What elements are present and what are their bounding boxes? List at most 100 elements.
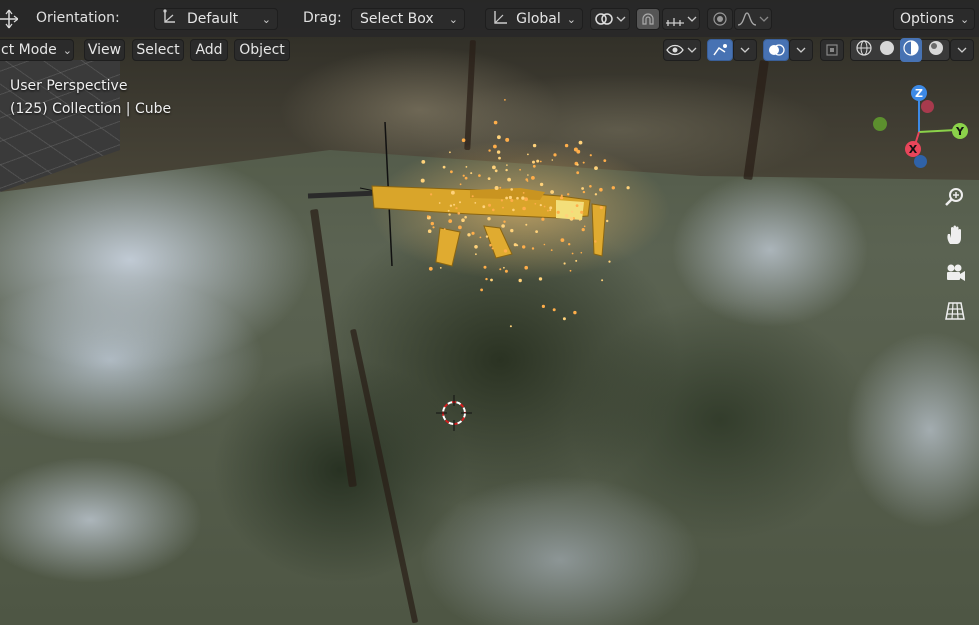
particle-spark (581, 228, 585, 232)
particle-spark (549, 209, 552, 212)
particle-spark (536, 159, 540, 163)
particle-spark (450, 170, 453, 174)
particle-spark (599, 187, 603, 192)
particle-spark (490, 278, 493, 282)
particle-spark (474, 245, 478, 249)
particle-spark (606, 219, 609, 223)
particle-spark (448, 219, 453, 224)
particle-spark (522, 192, 525, 194)
particle-spark (506, 164, 508, 166)
solid-shading-icon[interactable] (878, 39, 896, 61)
particle-spark (479, 236, 482, 239)
options-dropdown[interactable]: Options ⌄ (893, 8, 975, 30)
mode-dropdown[interactable]: ct Mode ⌄ (0, 39, 74, 61)
drag-dropdown[interactable]: Select Box ⌄ (351, 8, 465, 30)
xray-icon[interactable] (820, 39, 844, 61)
particle-spark (442, 165, 446, 169)
particle-spark (580, 210, 584, 214)
particle-spark (488, 203, 491, 207)
particle-spark (550, 249, 553, 252)
particle-spark (505, 196, 508, 200)
particle-spark (505, 137, 510, 142)
camera-icon[interactable] (941, 259, 969, 287)
navigation-gizmo[interactable]: Z Y X (862, 80, 972, 170)
scene-objects[interactable] (0, 0, 979, 625)
particle-spark (543, 243, 546, 246)
particle-spark (499, 268, 502, 271)
particle-spark (564, 143, 569, 148)
link-icon[interactable] (590, 8, 630, 30)
particle-spark (581, 187, 584, 190)
particle-spark (467, 233, 471, 237)
particle-spark (500, 199, 503, 202)
overlay-icon[interactable] (763, 39, 789, 61)
particle-spark (524, 197, 528, 202)
menu-object[interactable]: Object (234, 39, 290, 61)
particle-spark (487, 217, 491, 221)
gizmo-neg-x-axis[interactable] (921, 100, 934, 113)
wireframe-shading-icon[interactable] (855, 39, 873, 61)
particle-spark (505, 168, 508, 172)
particle-spark (448, 213, 451, 216)
eye-icon[interactable] (663, 39, 701, 61)
particle-spark (599, 206, 603, 210)
particle-spark (568, 243, 571, 246)
particle-spark (575, 259, 578, 262)
particle-spark (485, 277, 488, 281)
gizmo-options-dropdown[interactable] (733, 39, 757, 61)
view-perspective-text: User Perspective (10, 78, 128, 94)
orientation-dropdown[interactable]: Default ⌄ (154, 8, 278, 30)
particle-spark (562, 317, 566, 321)
hand-icon[interactable] (941, 221, 969, 249)
menu-select[interactable]: Select (132, 39, 184, 61)
chevron-down-icon: ⌄ (448, 12, 458, 26)
particle-spark (549, 206, 553, 210)
particle-spark (539, 204, 542, 207)
particle-spark (458, 225, 462, 230)
render-shading-icon[interactable] (927, 39, 945, 61)
particle-spark (510, 188, 513, 191)
transform-orientation-dropdown[interactable]: Global ⌄ (485, 8, 583, 30)
particle-spark (493, 120, 498, 125)
particle-spark (449, 151, 451, 154)
3d-cursor-icon (436, 395, 472, 431)
viewport-header: Orientation: Default ⌄ Drag: Select Box … (0, 0, 979, 37)
particle-spark (532, 164, 536, 168)
particle-spark (475, 253, 477, 256)
particle-spark (569, 216, 574, 221)
particle-spark (449, 204, 453, 207)
overlay-options-dropdown[interactable] (789, 39, 813, 61)
material-shading-icon[interactable] (900, 38, 923, 62)
menu-add[interactable]: Add (190, 39, 228, 61)
zoom-icon[interactable] (941, 183, 969, 211)
menu-view[interactable]: View (84, 39, 125, 61)
particle-spark (535, 230, 538, 234)
particle-spark (503, 249, 508, 253)
particle-spark (547, 209, 549, 212)
gizmo-y-axis[interactable]: Y (952, 123, 968, 139)
falloff-curve-icon[interactable] (734, 8, 772, 30)
particle-spark (539, 182, 544, 187)
gizmo-icon[interactable] (707, 39, 733, 61)
particle-spark (508, 195, 512, 200)
shading-options-dropdown[interactable] (950, 39, 974, 61)
particle-spark (611, 186, 615, 190)
transform-icon[interactable] (0, 8, 19, 30)
gizmo-neg-z-axis[interactable] (914, 155, 927, 168)
gizmo-neg-y-axis[interactable] (873, 117, 887, 131)
particle-spark (594, 240, 597, 243)
gizmo-z-axis[interactable]: Z (911, 85, 927, 101)
mode-value: ct Mode (1, 42, 57, 58)
grid-icon[interactable] (941, 297, 969, 325)
3d-viewport[interactable] (0, 0, 979, 625)
proportional-editing-icon[interactable] (707, 8, 733, 30)
shading-mode-group (850, 38, 950, 62)
particle-spark (509, 325, 512, 328)
particle-spark (575, 204, 579, 208)
snap-increment-icon[interactable] (662, 8, 700, 30)
particle-spark (603, 159, 607, 163)
snap-icon[interactable] (636, 8, 660, 30)
particle-spark (489, 243, 492, 247)
particle-spark (510, 228, 514, 233)
particle-spark (531, 247, 535, 250)
